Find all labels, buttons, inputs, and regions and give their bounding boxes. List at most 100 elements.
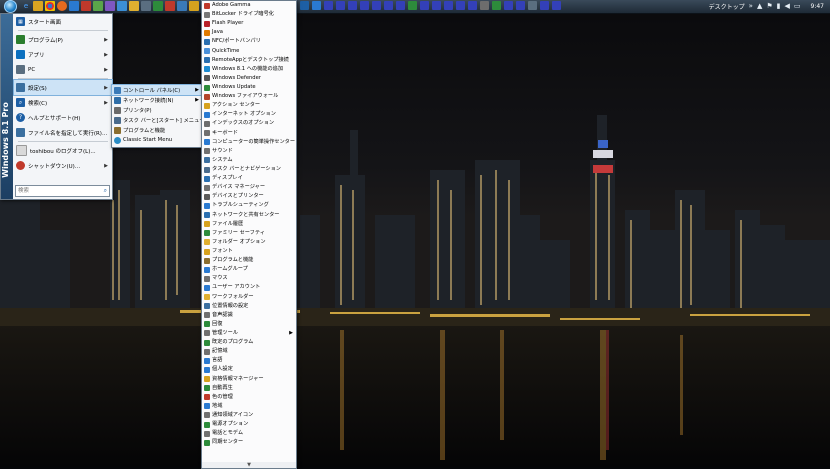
control-panel-item[interactable]: Windows ファイアウォール — [202, 92, 296, 101]
control-panel-item[interactable]: Windows Defender — [202, 74, 296, 83]
control-panel-item[interactable]: 電話とモデム — [202, 429, 296, 438]
scroll-down-arrow[interactable]: ▼ — [202, 462, 296, 468]
control-panel-item[interactable]: 既定のプログラム — [202, 338, 296, 347]
control-panel-item[interactable]: 通知領域アイコン — [202, 411, 296, 420]
app-icon[interactable] — [468, 1, 477, 10]
app-icon[interactable] — [93, 1, 103, 11]
app-icon[interactable] — [153, 1, 163, 11]
start-menu-item-apps[interactable]: アプリ ▶ — [14, 47, 112, 62]
control-panel-item[interactable]: インターネット オプション — [202, 110, 296, 119]
control-panel-item[interactable]: タスク バーとナビゲーション — [202, 165, 296, 174]
control-panel-item[interactable]: 色の管理 — [202, 393, 296, 402]
volume-icon[interactable]: ◀ — [785, 0, 790, 13]
control-panel-item[interactable]: QuickTime — [202, 47, 296, 56]
ie-icon[interactable]: e — [21, 1, 31, 11]
control-panel-item[interactable]: サウンド — [202, 147, 296, 156]
app-icon[interactable] — [324, 1, 333, 10]
app-icon[interactable] — [348, 1, 357, 10]
control-panel-item[interactable]: BitLocker ドライブ暗号化 — [202, 10, 296, 19]
control-panel-item[interactable]: インデックスのオプション — [202, 119, 296, 128]
search-icon[interactable]: ⌕ — [104, 187, 107, 195]
app-icon[interactable] — [300, 1, 309, 10]
control-panel-item[interactable]: デバイス マネージャー — [202, 183, 296, 192]
submenu-item-taskbar[interactable]: タスク バーと[スタート] メニュー(T) — [112, 115, 212, 125]
control-panel-item[interactable]: プログラムと機能 — [202, 256, 296, 265]
control-panel-item[interactable]: マウス — [202, 274, 296, 283]
app-icon[interactable] — [408, 1, 417, 10]
app-icon[interactable] — [528, 1, 537, 10]
media-icon[interactable] — [81, 1, 91, 11]
app-icon[interactable] — [456, 1, 465, 10]
control-panel-item[interactable]: Windows 8.1 への機能の追加 — [202, 65, 296, 74]
control-panel-item[interactable]: アクション センター — [202, 101, 296, 110]
control-panel-item[interactable]: デバイスとプリンター — [202, 192, 296, 201]
control-panel-item[interactable]: Flash Player — [202, 19, 296, 28]
app-icon[interactable] — [384, 1, 393, 10]
control-panel-item[interactable]: ユーザー アカウント — [202, 283, 296, 292]
keyboard-icon[interactable]: ▭ — [794, 0, 801, 13]
app-icon[interactable] — [189, 1, 199, 11]
submenu-item-printers[interactable]: プリンタ(P) — [112, 105, 202, 115]
control-panel-item[interactable]: 同期センター — [202, 438, 296, 447]
submenu-item-network[interactable]: ネットワーク接続(N) ▶ — [112, 95, 202, 105]
control-panel-item[interactable]: 管理ツール ▶ — [202, 329, 296, 338]
app-icon[interactable] — [432, 1, 441, 10]
app-icon[interactable] — [105, 1, 115, 11]
control-panel-item[interactable]: 位置情報の設定 — [202, 302, 296, 311]
submenu-item-classic-start[interactable]: Classic Start Menu — [112, 135, 202, 145]
control-panel-item[interactable]: 記憶域 — [202, 347, 296, 356]
chrome-icon[interactable] — [45, 1, 55, 11]
app-icon[interactable] — [372, 1, 381, 10]
start-menu-item-settings[interactable]: 設定(S) ▶ — [13, 79, 113, 96]
control-panel-item[interactable]: キーボード — [202, 129, 296, 138]
start-menu-search[interactable]: ⌕ — [15, 185, 110, 197]
control-panel-item[interactable]: 音声認識 — [202, 311, 296, 320]
app-icon[interactable] — [492, 1, 501, 10]
start-menu-item-help[interactable]: ? ヘルプとサポート(H) — [14, 110, 112, 125]
clock[interactable]: 9:47 — [811, 3, 824, 10]
app-icon[interactable] — [540, 1, 549, 10]
app-icon[interactable] — [420, 1, 429, 10]
control-panel-item[interactable]: ディスプレイ — [202, 174, 296, 183]
control-panel-item[interactable]: フォント — [202, 247, 296, 256]
control-panel-item[interactable]: 個人設定 — [202, 365, 296, 374]
app-icon[interactable] — [552, 1, 561, 10]
app-icon[interactable] — [504, 1, 513, 10]
control-panel-item[interactable]: ファイル履歴 — [202, 220, 296, 229]
app-icon[interactable] — [141, 1, 151, 11]
app-icon[interactable] — [165, 1, 175, 11]
start-menu-item-run[interactable]: ファイル名を指定して実行(R)... — [14, 125, 112, 140]
start-menu-item-shutdown[interactable]: シャットダウン(U)... ▶ — [14, 158, 112, 173]
folder-icon[interactable] — [33, 1, 43, 11]
start-menu-item-start-screen[interactable]: ▦ スタート画面 — [14, 14, 112, 29]
app-icon[interactable] — [480, 1, 489, 10]
submenu-item-programs-features[interactable]: プログラムと機能 — [112, 125, 202, 135]
control-panel-item[interactable]: Java — [202, 28, 296, 37]
control-panel-item[interactable]: フォルダー オプション — [202, 238, 296, 247]
control-panel-item[interactable]: 電源オプション — [202, 420, 296, 429]
control-panel-item[interactable]: 回復 — [202, 320, 296, 329]
control-panel-item[interactable]: システム — [202, 156, 296, 165]
submenu-item-control-panel[interactable]: コントロール パネル(C) ▶ — [111, 84, 203, 96]
network-icon[interactable]: ▮ — [777, 0, 781, 13]
flag-icon[interactable]: ⚑ — [766, 0, 772, 13]
control-panel-item[interactable]: Adobe Gamma — [202, 1, 296, 10]
app-icon[interactable] — [117, 1, 127, 11]
control-panel-item[interactable]: 自動再生 — [202, 384, 296, 393]
search-input[interactable] — [16, 187, 100, 195]
app-icon[interactable] — [396, 1, 405, 10]
app-icon[interactable] — [336, 1, 345, 10]
control-panel-item[interactable]: NFC/ポートバンパリ — [202, 37, 296, 46]
control-panel-item[interactable]: コンピューターの簡単操作センター — [202, 138, 296, 147]
control-panel-item[interactable]: ファミリー セーフティ — [202, 229, 296, 238]
mail-icon[interactable] — [69, 1, 79, 11]
start-menu-item-pc[interactable]: PC ▶ — [14, 62, 112, 77]
app-icon[interactable] — [177, 1, 187, 11]
control-panel-item[interactable]: ホームグループ — [202, 265, 296, 274]
control-panel-item[interactable]: 資格情報マネージャー — [202, 374, 296, 383]
control-panel-item[interactable]: 地域 — [202, 402, 296, 411]
up-arrow-icon[interactable]: ▲ — [757, 0, 762, 13]
app-icon[interactable] — [360, 1, 369, 10]
app-icon[interactable] — [444, 1, 453, 10]
start-button[interactable] — [1, 0, 19, 13]
